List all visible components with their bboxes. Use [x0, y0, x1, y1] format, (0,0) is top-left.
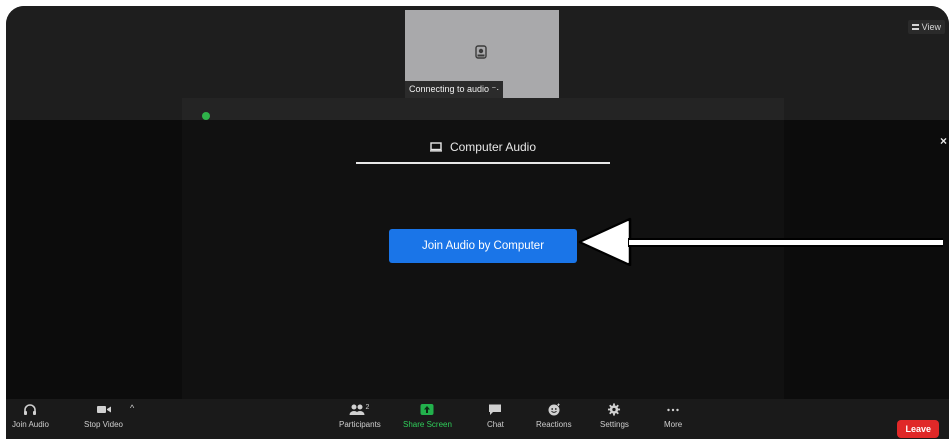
gear-icon: [608, 403, 621, 416]
avatar-icon: [475, 45, 487, 59]
participants-button[interactable]: 2 Participants: [339, 403, 381, 429]
more-icon: [667, 408, 679, 412]
share-screen-icon: [420, 404, 434, 415]
participants-icon: 2: [349, 404, 369, 415]
shield-icon[interactable]: [202, 112, 210, 120]
reactions-label: Reactions: [536, 420, 572, 429]
view-grid-icon: [911, 24, 919, 30]
tab-computer-audio[interactable]: Computer Audio: [356, 132, 610, 164]
video-strip: [182, 98, 784, 120]
join-audio-by-computer-button[interactable]: Join Audio by Computer: [389, 229, 577, 263]
headphones-icon: [24, 404, 37, 415]
chat-label: Chat: [487, 420, 504, 429]
stop-video-button[interactable]: Stop Video: [84, 403, 123, 429]
share-screen-label: Share Screen: [403, 420, 452, 429]
reactions-button[interactable]: Reactions: [536, 403, 572, 429]
view-label: View: [921, 22, 941, 32]
reactions-icon: [548, 403, 560, 416]
view-button[interactable]: View: [907, 20, 945, 34]
computer-icon: [429, 142, 442, 152]
tile-caption: Connecting to audio ⁻·: [405, 81, 504, 98]
tab-label: Computer Audio: [449, 140, 537, 154]
participants-label: Participants: [339, 420, 381, 429]
meeting-toolbar: Join Audio Stop Video ^ 2 Participants S…: [6, 399, 949, 439]
chevron-up-icon[interactable]: ^: [130, 403, 134, 413]
share-screen-button[interactable]: Share Screen: [403, 403, 452, 429]
join-audio-label: Join Audio: [12, 420, 49, 429]
chat-icon: [489, 404, 502, 415]
pointer-arrow: [578, 217, 943, 266]
settings-button[interactable]: Settings: [600, 403, 629, 429]
settings-label: Settings: [600, 420, 629, 429]
join-audio-button[interactable]: Join Audio: [12, 403, 49, 429]
participants-count: 2: [365, 404, 369, 411]
video-camera-icon: [96, 406, 111, 413]
video-area: View Connecting to audio ⁻·: [6, 6, 949, 120]
chat-button[interactable]: Chat: [487, 403, 504, 429]
stop-video-label: Stop Video: [84, 420, 123, 429]
leave-button[interactable]: Leave: [897, 420, 939, 438]
more-button[interactable]: More: [664, 403, 682, 429]
participant-tile[interactable]: Connecting to audio ⁻·: [405, 10, 559, 98]
close-icon[interactable]: ×: [940, 134, 947, 148]
more-label: More: [664, 420, 683, 429]
